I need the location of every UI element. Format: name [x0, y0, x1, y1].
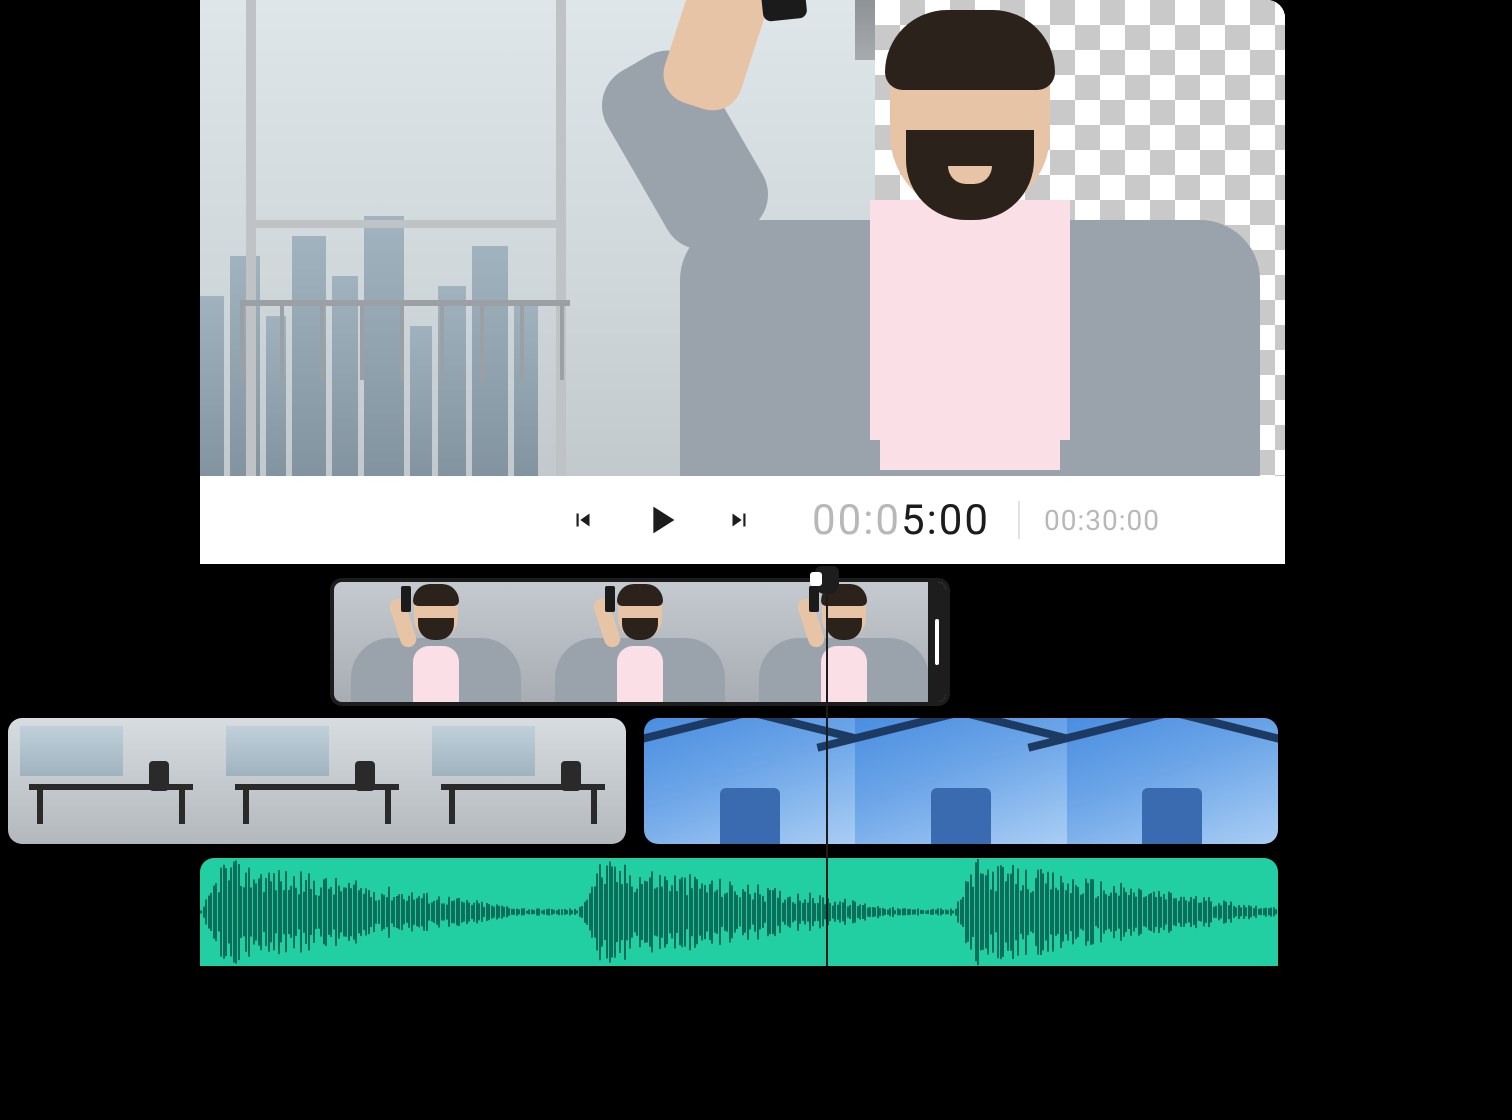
preview-video[interactable]	[200, 0, 1285, 476]
preview-panel: 00:05:00 00:30:00	[200, 0, 1285, 564]
current-time: 00:05:00	[812, 496, 990, 545]
background-clip-blue[interactable]	[644, 718, 1278, 844]
time-separator	[1018, 501, 1020, 539]
foreground-clip[interactable]	[330, 578, 950, 706]
clip-thumbnail	[334, 582, 538, 702]
current-time-value: 5:00	[901, 496, 990, 545]
total-time: 00:30:00	[1044, 504, 1160, 537]
editor-stage: 00:05:00 00:30:00	[0, 0, 1512, 1120]
skip-next-button[interactable]	[726, 507, 752, 533]
audio-track[interactable]	[200, 858, 1278, 966]
clip-trim-handle-right[interactable]	[928, 582, 946, 702]
preview-subject	[570, 10, 1285, 476]
play-button[interactable]	[638, 497, 684, 543]
current-time-leading: 00:0	[812, 496, 901, 545]
preview-window-frame	[246, 0, 566, 476]
background-track	[8, 718, 1278, 844]
skip-previous-button[interactable]	[570, 507, 596, 533]
playhead[interactable]	[826, 566, 828, 966]
background-clip-office[interactable]	[8, 718, 626, 844]
playhead-cap-icon[interactable]	[815, 566, 839, 594]
clip-thumbnail	[538, 582, 742, 702]
preview-balcony	[240, 300, 570, 380]
player-controls: 00:05:00 00:30:00	[200, 476, 1285, 564]
clip-thumbnail	[742, 582, 946, 702]
audio-waveform	[200, 858, 1278, 966]
